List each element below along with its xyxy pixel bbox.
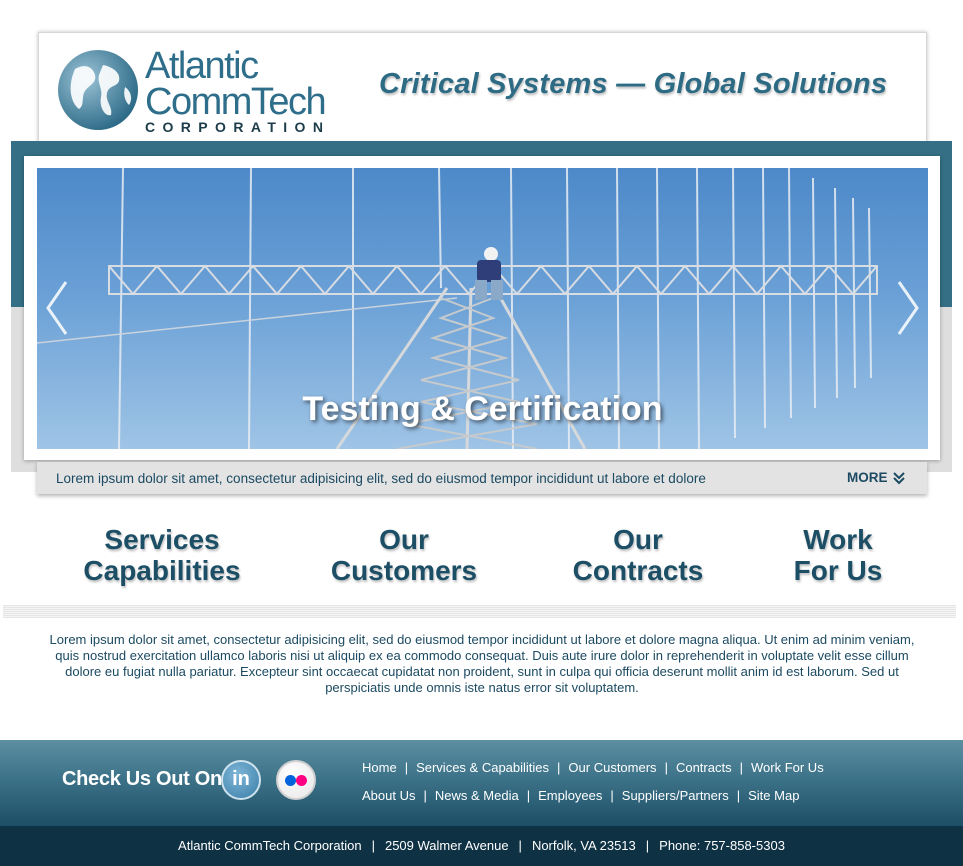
footer-link-contracts[interactable]: Contracts [676,760,732,775]
footer-link-employees[interactable]: Employees [538,788,602,803]
nav-our-contracts[interactable]: Our Contracts [538,524,738,586]
footer-link-news[interactable]: News & Media [435,788,519,803]
nav-line: Capabilities [83,555,241,586]
nav-line: For Us [793,555,883,586]
flickr-pink-dot [296,775,307,786]
flickr-icon[interactable] [276,760,316,800]
logo-text-atlantic: Atlantic [145,45,259,87]
footer-link-sitemap[interactable]: Site Map [748,788,799,803]
slide-excerpt: Lorem ipsum dolor sit amet, consectetur … [56,471,706,486]
more-button[interactable]: MORE [847,470,906,485]
nav-our-customers[interactable]: Our Customers [304,524,504,586]
more-label: MORE [847,470,888,485]
globe-icon [58,50,138,130]
separator: | [739,760,743,775]
header: Atlantic CommTech CORPORATION Critical S… [38,32,927,144]
nav-line: Work [803,524,873,555]
chevron-left-icon[interactable] [44,278,70,338]
footer-link-customers[interactable]: Our Customers [568,760,656,775]
nav-line: Our [613,524,663,555]
separator: | [404,760,409,775]
footer-link-about[interactable]: About Us [362,788,415,803]
footer: Check Us Out On: in Home | Services & Capa… [0,740,963,826]
separator: | [664,760,668,775]
nav-line: Customers [330,555,478,586]
nav-line: Our [379,524,429,555]
separator: | [645,838,650,853]
footer-links-row1: Home | Services & Capabilities | Our Custome… [362,760,824,775]
nav-line: Services [104,524,220,555]
chevron-right-icon[interactable] [895,278,921,338]
tagline: Critical Systems — Global Solutions [379,68,888,100]
slide-excerpt-bar: Lorem ipsum dolor sit amet, consectetur … [37,462,927,494]
intro-paragraph: Lorem ipsum dolor sit amet, consectetur … [49,632,915,695]
separator: | [557,760,561,775]
company-logo[interactable]: Atlantic CommTech CORPORATION [55,43,345,135]
flickr-blue-dot [285,775,296,786]
nav-services-capabilities[interactable]: Services Capabilities [62,524,262,586]
separator: | [518,838,522,853]
footer-address-bar: Atlantic CommTech Corporation | 2509 Walme… [0,826,963,866]
city-address: Norfolk, VA 23513 [531,838,636,853]
footer-link-services[interactable]: Services & Capabilities [416,760,549,775]
separator: | [423,788,427,803]
climber-figure [475,247,503,300]
linkedin-text: in [232,768,250,790]
footer-link-suppliers[interactable]: Suppliers/Partners [622,788,729,803]
separator: | [526,788,531,803]
separator: | [610,788,614,803]
separator: | [371,838,375,853]
address-line: Atlantic CommTech Corporation | 2509 Walme… [0,838,963,853]
logo-text-commtech: CommTech [145,81,327,123]
company-name: Atlantic CommTech Corporation [178,838,362,853]
section-divider [3,605,956,618]
footer-links-row2: About Us | News & Media | Employees | Supplier… [362,788,799,803]
street-address: 2509 Walmer Avenue [384,838,509,853]
phone-number[interactable]: Phone: 757-858-5303 [659,838,785,853]
separator: | [736,788,741,803]
nav-work-for-us[interactable]: Work For Us [738,524,938,586]
footer-link-home[interactable]: Home [362,760,397,775]
logo-text-corporation: CORPORATION [145,119,331,135]
social-label: Check Us Out On: [62,768,229,790]
linkedin-icon[interactable]: in [221,760,261,800]
nav-line: Contracts [572,555,704,586]
slide-caption: Testing & Certification [302,390,663,428]
footer-link-work[interactable]: Work For Us [751,760,824,775]
double-chevron-down-icon [892,471,905,484]
hero-slide[interactable]: Testing & Certification [37,168,928,449]
